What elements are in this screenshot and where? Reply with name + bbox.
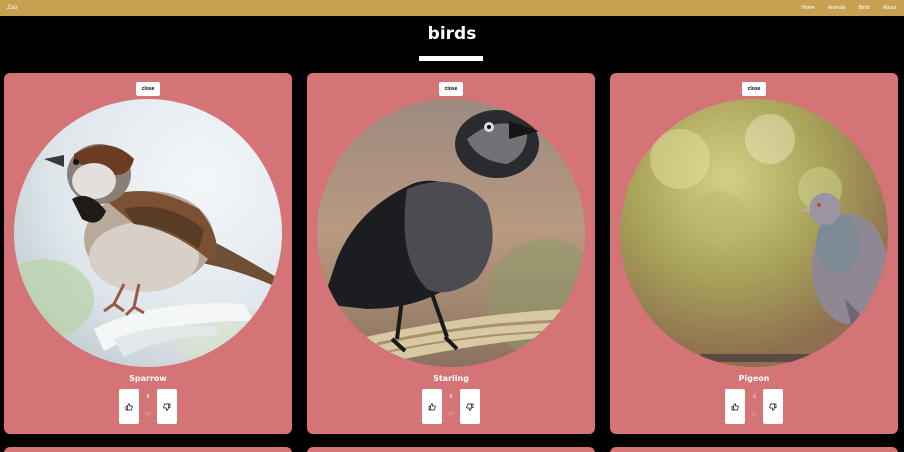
like-count: -1 xyxy=(751,394,757,400)
bird-name: Starling xyxy=(433,374,469,383)
thumbs-up-icon xyxy=(125,402,133,410)
close-button[interactable]: close xyxy=(136,82,160,96)
top-navbar: Zoo Home Animals Birds About xyxy=(0,0,904,16)
bird-card-pigeon: close Pigeon -1 ♡ xyxy=(610,73,898,434)
bird-photo-pigeon xyxy=(620,99,888,367)
nav-link-about[interactable]: About xyxy=(883,5,896,11)
dislike-button[interactable] xyxy=(157,389,177,424)
title-underline xyxy=(419,56,483,61)
thumbs-down-icon xyxy=(466,403,474,411)
bird-photo-sparrow xyxy=(14,99,282,367)
nav-links: Home Animals Birds About xyxy=(788,5,896,11)
close-button[interactable]: close xyxy=(439,82,463,96)
heart-icon[interactable]: ♡ xyxy=(138,411,158,419)
close-button[interactable]: close xyxy=(742,82,766,96)
thumbs-up-icon xyxy=(428,402,436,410)
heart-icon[interactable]: ♡ xyxy=(744,411,764,419)
bird-card-next xyxy=(610,447,898,452)
bird-name: Sparrow xyxy=(129,374,167,383)
bird-card-next xyxy=(4,447,292,452)
thumbs-down-icon xyxy=(163,403,171,411)
dislike-button[interactable] xyxy=(460,389,480,424)
like-button[interactable] xyxy=(119,389,139,424)
nav-link-birds[interactable]: Birds xyxy=(859,5,870,11)
like-count: 8 xyxy=(146,394,150,400)
nav-link-home[interactable]: Home xyxy=(801,5,814,11)
bird-photo-starling xyxy=(317,99,585,367)
heart-icon[interactable]: ♡ xyxy=(441,411,461,419)
bird-card-next xyxy=(307,447,595,452)
page-title: birds xyxy=(427,24,477,44)
bird-card-starling: close Starling 5 ♡ xyxy=(307,73,595,434)
bird-card-sparrow: close Sparrow 8 ♡ xyxy=(4,73,292,434)
dislike-button[interactable] xyxy=(763,389,783,424)
like-button[interactable] xyxy=(725,389,745,424)
nav-link-animals[interactable]: Animals xyxy=(828,5,846,11)
bird-name: Pigeon xyxy=(738,374,770,383)
like-button[interactable] xyxy=(422,389,442,424)
brand-logo[interactable]: Zoo xyxy=(7,5,17,11)
thumbs-up-icon xyxy=(731,402,739,410)
thumbs-down-icon xyxy=(769,403,777,411)
like-count: 5 xyxy=(449,394,453,400)
